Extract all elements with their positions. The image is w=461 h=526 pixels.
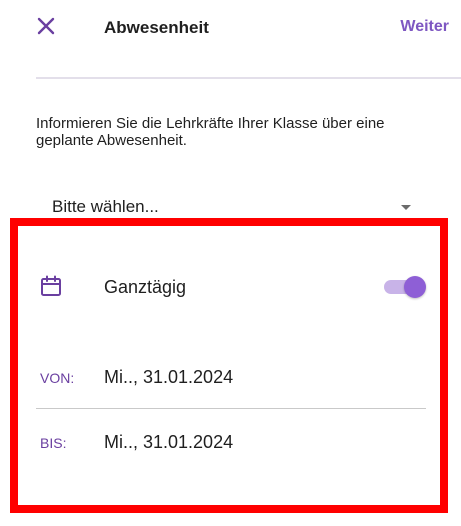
to-date-value: Mi.., 31.01.2024 bbox=[104, 432, 234, 452]
all-day-toggle[interactable] bbox=[382, 276, 426, 298]
reason-select[interactable]: Bitte wählen... bbox=[36, 190, 416, 224]
app-header: Abwesenheit Weiter bbox=[0, 0, 461, 60]
date-divider bbox=[36, 408, 426, 409]
to-date-row[interactable]: BIS: Mi.., 31.01.2024 bbox=[36, 427, 426, 457]
close-icon bbox=[37, 17, 55, 35]
header-divider bbox=[36, 77, 461, 79]
from-date-value: Mi.., 31.01.2024 bbox=[104, 367, 234, 387]
intro-text: Informieren Sie die Lehrkräfte Ihrer Kla… bbox=[36, 115, 385, 149]
all-day-row: Ganztägig bbox=[36, 270, 426, 304]
close-button[interactable] bbox=[34, 14, 58, 38]
next-button[interactable]: Weiter bbox=[400, 18, 449, 36]
calendar-icon bbox=[41, 275, 61, 296]
all-day-label: Ganztägig bbox=[104, 277, 187, 297]
from-date-row[interactable]: VON: Mi.., 31.01.2024 bbox=[36, 362, 426, 392]
reason-select-value: Bitte wählen... bbox=[52, 197, 159, 216]
toggle-thumb bbox=[404, 276, 426, 298]
to-label: BIS: bbox=[40, 435, 67, 451]
page-title: Abwesenheit bbox=[104, 18, 209, 37]
from-label: VON: bbox=[40, 370, 75, 386]
caret-down-icon bbox=[401, 205, 411, 210]
